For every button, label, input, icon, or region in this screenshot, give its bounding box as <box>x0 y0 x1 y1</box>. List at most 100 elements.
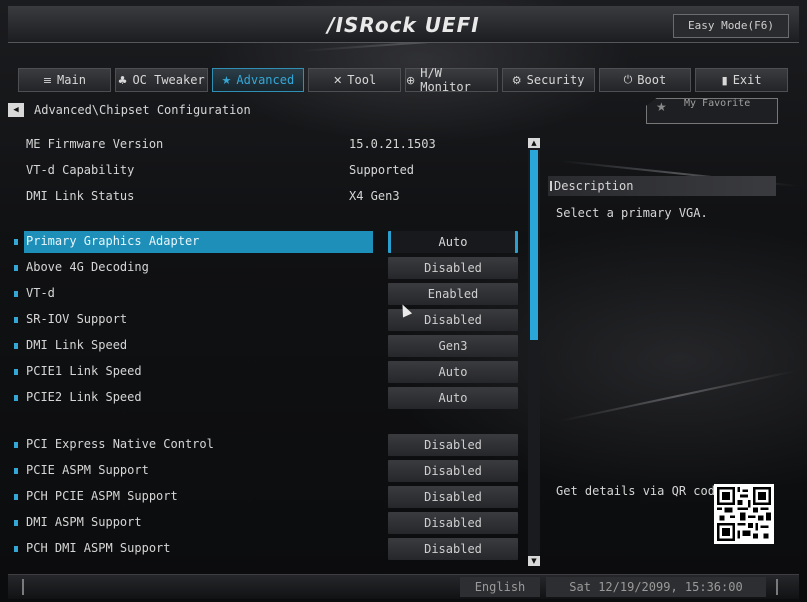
monitor-icon: ⊕ <box>406 73 416 87</box>
bullet-icon <box>14 343 18 349</box>
exit-icon: ▮ <box>721 73 728 87</box>
bullet-icon <box>14 369 18 375</box>
info-label: VT-d Capability <box>26 163 135 177</box>
setting-value-button[interactable]: Disabled <box>388 257 518 279</box>
title-bar: /ISRock UEFI Easy Mode(F6) <box>8 6 799 43</box>
setting-value-button[interactable]: Disabled <box>388 512 518 534</box>
setting-row-primary-graphics-adapter[interactable]: Primary Graphics Adapter Auto <box>14 231 524 253</box>
easy-mode-button[interactable]: Easy Mode(F6) <box>673 14 789 38</box>
bullet-icon <box>14 395 18 401</box>
divider <box>22 579 24 595</box>
tab-tool[interactable]: ✕ Tool <box>308 68 401 92</box>
setting-row-pcie1-link-speed[interactable]: PCIE1 Link Speed Auto <box>14 361 524 383</box>
tab-main[interactable]: ≡ Main <box>18 68 111 92</box>
description-text: Select a primary VGA. <box>556 206 708 220</box>
setting-row-sr-iov-support[interactable]: SR-IOV Support Disabled <box>14 309 524 331</box>
setting-label: VT-d <box>26 286 55 300</box>
setting-row-dmi-link-speed[interactable]: DMI Link Speed Gen3 <box>14 335 524 357</box>
status-bar: English Sat 12/19/2099, 15:36:00 <box>8 574 799 599</box>
info-value: 15.0.21.1503 <box>349 137 436 151</box>
tab-security[interactable]: ⚙ Security <box>501 68 595 92</box>
security-icon: ⚙ <box>511 73 522 87</box>
bullet-icon <box>14 239 18 245</box>
setting-value-button[interactable]: Gen3 <box>388 335 518 357</box>
info-row: ME Firmware Version 15.0.21.1503 <box>14 134 524 156</box>
tab-label: Security <box>526 73 585 87</box>
info-row: VT-d Capability Supported <box>14 160 524 182</box>
tab-exit[interactable]: ▮ Exit <box>695 68 788 92</box>
tab-label: Boot <box>637 73 667 87</box>
menu-icon: ≡ <box>42 73 53 87</box>
tab-label: Main <box>57 73 86 87</box>
bullet-icon <box>14 546 18 552</box>
star-icon: ★ <box>656 100 667 114</box>
star-icon: ★ <box>221 73 232 87</box>
oc-tweaker-icon: ♣ <box>117 73 128 87</box>
setting-label: PCI Express Native Control <box>26 437 214 451</box>
breadcrumb-path: Advanced\Chipset Configuration <box>34 103 251 117</box>
setting-value-button[interactable]: Auto <box>388 361 518 383</box>
main-nav: ≡ Main ♣ OC Tweaker ★ Advanced ✕ Tool ⊕ H/W M… <box>18 66 788 94</box>
tab-label: OC Tweaker <box>132 73 205 87</box>
back-arrow-icon[interactable]: ◀ <box>8 103 24 117</box>
setting-row-pcie2-link-speed[interactable]: PCIE2 Link Speed Auto <box>14 387 524 409</box>
scroll-up-arrow-icon[interactable]: ▲ <box>528 138 540 148</box>
tab-label: H/W Monitor <box>420 66 471 94</box>
divider <box>776 579 778 595</box>
info-value: X4 Gen3 <box>349 189 400 203</box>
setting-label: PCIE ASPM Support <box>26 463 149 477</box>
setting-label: SR-IOV Support <box>26 312 128 326</box>
setting-label: PCH DMI ASPM Support <box>26 541 171 555</box>
bullet-icon <box>14 317 18 323</box>
setting-value-button[interactable]: Disabled <box>388 486 518 508</box>
scroll-down-arrow-icon[interactable]: ▼ <box>528 556 540 566</box>
info-value: Supported <box>349 163 415 177</box>
setting-value-button[interactable]: Disabled <box>388 460 518 482</box>
bullet-icon <box>14 265 18 271</box>
setting-row-dmi-aspm-support[interactable]: DMI ASPM Support Disabled <box>14 512 524 534</box>
tab-label: Advanced <box>236 73 295 87</box>
tab-advanced[interactable]: ★ Advanced <box>211 68 305 92</box>
bullet-icon <box>14 442 18 448</box>
tab-oc-tweaker[interactable]: ♣ OC Tweaker <box>114 68 208 92</box>
setting-row-pch-pcie-aspm-support[interactable]: PCH PCIE ASPM Support Disabled <box>14 486 524 508</box>
bullet-icon <box>14 494 18 500</box>
info-label: ME Firmware Version <box>26 137 164 151</box>
description-header: Description <box>548 176 776 196</box>
setting-value-button[interactable]: Disabled <box>388 538 518 560</box>
bullet-icon <box>14 520 18 526</box>
bullet-icon <box>14 468 18 474</box>
scrollbar[interactable]: ▲ ▼ <box>528 138 540 566</box>
my-favorite-button[interactable]: ★ My Favorite <box>640 96 778 124</box>
setting-row-above-4g-decoding[interactable]: Above 4G Decoding Disabled <box>14 257 524 279</box>
tools-icon: ✕ <box>333 73 343 87</box>
tab-label: Tool <box>347 73 377 87</box>
tab-label: Exit <box>732 73 762 87</box>
setting-label: PCIE1 Link Speed <box>26 364 142 378</box>
setting-row-pcie-aspm-support[interactable]: PCIE ASPM Support Disabled <box>14 460 524 482</box>
setting-row-pch-dmi-aspm-support[interactable]: PCH DMI ASPM Support Disabled <box>14 538 524 560</box>
setting-label: DMI ASPM Support <box>26 515 142 529</box>
setting-label: Primary Graphics Adapter <box>26 234 200 248</box>
setting-label: PCIE2 Link Speed <box>26 390 142 404</box>
qr-code-icon <box>714 484 774 544</box>
setting-value-button[interactable]: Auto <box>388 231 518 253</box>
setting-value-button[interactable]: Disabled <box>388 434 518 456</box>
qr-caption: Get details via QR code <box>556 484 723 498</box>
bullet-icon <box>14 291 18 297</box>
datetime-display: Sat 12/19/2099, 15:36:00 <box>546 577 766 597</box>
tab-boot[interactable]: ⏻ Boot <box>598 68 692 92</box>
breadcrumb: ◀ Advanced\Chipset Configuration <box>8 101 251 119</box>
setting-label: DMI Link Speed <box>26 338 128 352</box>
setting-label: PCH PCIE ASPM Support <box>26 489 178 503</box>
info-row: DMI Link Status X4 Gen3 <box>14 186 524 208</box>
setting-value-button[interactable]: Enabled <box>388 283 518 305</box>
setting-row-pci-express-native-control[interactable]: PCI Express Native Control Disabled <box>14 434 524 456</box>
info-label: DMI Link Status <box>26 189 135 203</box>
scrollbar-thumb[interactable] <box>530 150 538 340</box>
setting-row-vt-d[interactable]: VT-d Enabled <box>14 283 524 305</box>
power-icon: ⏻ <box>623 73 633 86</box>
tab-hw-monitor[interactable]: ⊕ H/W Monitor <box>405 66 498 94</box>
language-button[interactable]: English <box>460 577 540 597</box>
setting-value-button[interactable]: Auto <box>388 387 518 409</box>
